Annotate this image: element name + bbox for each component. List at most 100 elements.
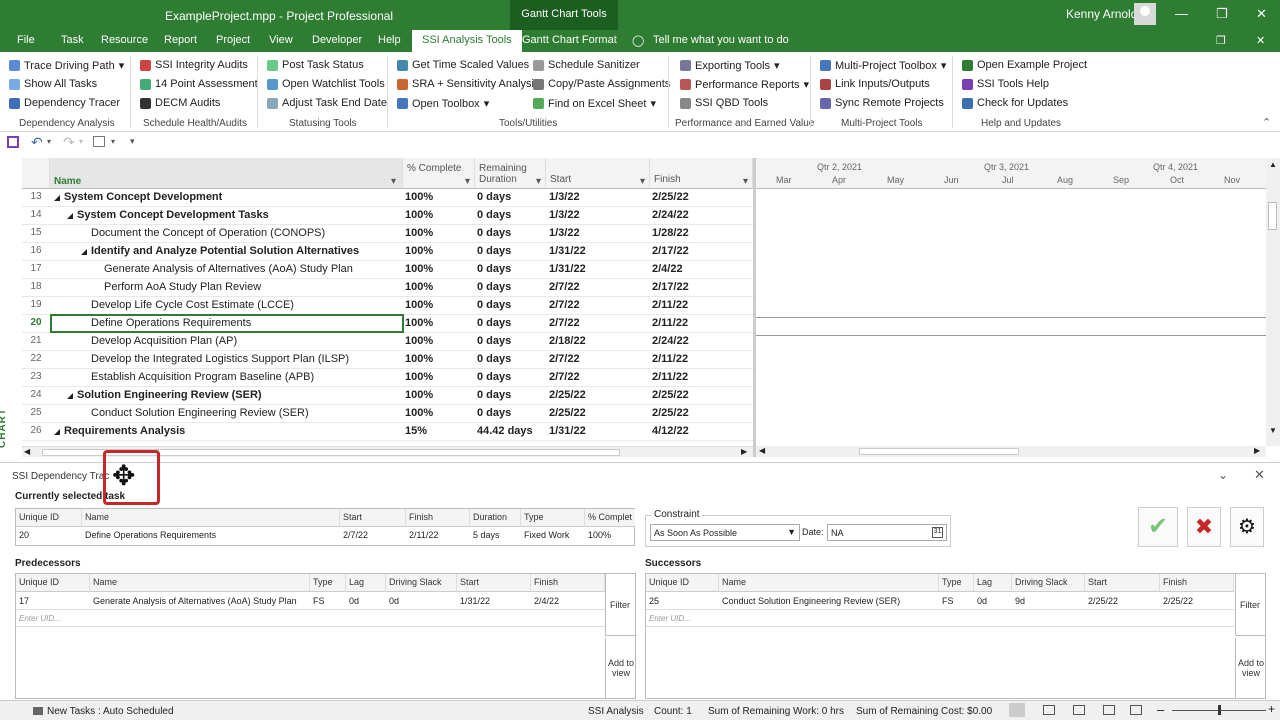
exporting-tools-button[interactable]: Exporting Tools ▾ [680, 59, 780, 72]
tab-ssi-analysis-tools[interactable]: SSI Analysis Tools [412, 30, 522, 52]
column-header-remaining[interactable]: Remaining Duration ▾ [475, 158, 546, 189]
resource-sheet-icon[interactable] [1103, 705, 1115, 715]
gantt-vertical-scrollbar[interactable]: ▲ ▼ [1266, 158, 1280, 446]
restore-icon[interactable]: ❐ [1216, 6, 1228, 22]
team-planner-icon[interactable] [1073, 705, 1085, 715]
table-row[interactable]: 15 Document the Concept of Operation (CO… [22, 225, 753, 243]
collapse-icon[interactable]: ◢ [81, 247, 87, 256]
table-row[interactable]: 14 ◢ System Concept Development Tasks 10… [22, 207, 753, 225]
show-all-tasks-button[interactable]: Show All Tasks [9, 78, 97, 90]
table-row[interactable]: 22 Develop the Integrated Logistics Supp… [22, 351, 753, 369]
scroll-left-icon[interactable]: ◀ [24, 447, 30, 456]
customize-qat-icon[interactable]: ▾ [130, 136, 135, 147]
tab-resource[interactable]: Resource [101, 34, 148, 46]
constraint-select[interactable]: As Soon As Possible ▼ [650, 524, 800, 541]
post-task-status-button[interactable]: Post Task Status [267, 59, 364, 71]
scroll-left-icon[interactable]: ◀ [759, 446, 765, 455]
schedule-sanitizer-button[interactable]: Schedule Sanitizer [533, 59, 640, 71]
tab-help[interactable]: Help [378, 34, 401, 46]
ssi-integrity-audits-button[interactable]: SSI Integrity Audits [140, 59, 248, 71]
zoom-slider-thumb[interactable] [1218, 705, 1221, 715]
table-row[interactable]: 13 ◢ System Concept Development 100% 0 d… [22, 189, 753, 207]
get-time-scaled-values-button[interactable]: Get Time Scaled Values [397, 59, 529, 71]
link-inputs-outputs-button[interactable]: Link Inputs/Outputs [820, 78, 930, 90]
zoom-out-icon[interactable]: – [1157, 702, 1164, 717]
ribbon-display-icon[interactable]: ❐ [1216, 34, 1226, 47]
pred-uid-input[interactable]: Enter UID... [16, 614, 64, 623]
table-row[interactable]: 19 Develop Life Cycle Cost Estimate (LCC… [22, 297, 753, 315]
table-row[interactable]: 16 ◢ Identify and Analyze Potential Solu… [22, 243, 753, 261]
scroll-down-icon[interactable]: ▼ [1269, 426, 1277, 435]
gantt-horizontal-scrollbar[interactable]: ◀ ▶ [756, 446, 1266, 457]
ssi-tools-help-button[interactable]: SSI Tools Help [962, 78, 1049, 90]
successors-table[interactable]: Unique ID Name Type Lag Driving Slack St… [645, 573, 1266, 699]
chevron-down-icon[interactable]: ▾ [47, 137, 51, 146]
table-row[interactable]: 25 Conduct Solution Engineering Review (… [22, 405, 753, 423]
predecessors-table[interactable]: Unique ID Name Type Lag Driving Slack St… [15, 573, 636, 699]
table-row[interactable]: 23 Establish Acquisition Program Baselin… [22, 369, 753, 387]
pred-uid-input-row[interactable]: Enter UID... [16, 609, 605, 627]
performance-reports-button[interactable]: Performance Reports ▾ [680, 78, 809, 91]
fourteen-point-assessment-button[interactable]: 14 Point Assessment [140, 78, 258, 90]
dependency-tracer-button[interactable]: Dependency Tracer [9, 97, 120, 109]
view-icon[interactable] [93, 136, 105, 147]
tab-developer[interactable]: Developer [312, 34, 362, 46]
scrollbar-thumb[interactable] [859, 448, 1019, 455]
new-tasks-mode[interactable]: New Tasks : Auto Scheduled [47, 706, 174, 717]
multi-project-toolbox-button[interactable]: Multi-Project Toolbox ▾ [820, 59, 946, 72]
scroll-right-icon[interactable]: ▶ [741, 447, 747, 456]
accept-button[interactable]: ✔ [1138, 507, 1178, 547]
constraint-date-field[interactable]: NA 31 [827, 524, 947, 541]
chevron-down-icon[interactable]: ⌄ [1218, 468, 1228, 482]
check-for-updates-button[interactable]: Check for Updates [962, 97, 1068, 109]
collapse-icon[interactable]: ◢ [67, 391, 73, 400]
tab-gantt-chart-format[interactable]: Gantt Chart Format [522, 34, 617, 46]
table-row[interactable]: 17 Generate Analysis of Alternatives (Ao… [22, 261, 753, 279]
scroll-up-icon[interactable]: ▲ [1269, 160, 1277, 169]
tab-view[interactable]: View [269, 34, 293, 46]
copy-paste-assignments-button[interactable]: Copy/Paste Assignments [533, 78, 670, 90]
minimize-icon[interactable]: — [1175, 6, 1188, 21]
reject-button[interactable]: ✖ [1187, 507, 1221, 547]
tab-task[interactable]: Task [61, 34, 84, 46]
settings-button[interactable]: ⚙ [1230, 507, 1264, 547]
task-usage-icon[interactable] [1043, 705, 1055, 715]
tell-me-search[interactable]: Tell me what you want to do [653, 34, 789, 46]
column-header-start[interactable]: Start ▾ [546, 158, 650, 189]
succ-add-to-view-button[interactable]: Add to view [1235, 638, 1265, 698]
open-example-project-button[interactable]: Open Example Project [962, 59, 1087, 71]
gantt-chart[interactable]: Qtr 2, 2021 Qtr 3, 2021 Qtr 4, 2021 Mar … [756, 158, 1266, 446]
succ-uid-input[interactable]: Enter UID... [646, 614, 694, 623]
collapse-ribbon-icon[interactable]: ⌃ [1262, 116, 1271, 129]
column-header-finish[interactable]: Finish ▾ [650, 158, 753, 189]
zoom-in-icon[interactable]: + [1268, 702, 1275, 716]
sra-sensitivity-button[interactable]: SRA + Sensitivity Analysis [397, 78, 539, 90]
collapse-icon[interactable]: ◢ [54, 193, 60, 202]
collapse-icon[interactable]: ◢ [54, 427, 60, 436]
redo-icon[interactable]: ↷ [63, 134, 75, 151]
close-panel-icon[interactable]: ✕ [1254, 467, 1265, 483]
tab-file[interactable]: File [17, 34, 35, 46]
report-view-icon[interactable] [1130, 705, 1142, 715]
table-row[interactable]: 18 Perform AoA Study Plan Review 100% 0 … [22, 279, 753, 297]
table-row[interactable]: 24 ◢ Solution Engineering Review (SER) 1… [22, 387, 753, 405]
user-name[interactable]: Kenny Arnold [1066, 7, 1137, 21]
collapse-icon[interactable]: ◢ [67, 211, 73, 220]
pred-filter-button[interactable]: Filter [605, 574, 635, 636]
close-icon[interactable]: ✕ [1256, 6, 1267, 22]
decm-audits-button[interactable]: DECM Audits [140, 97, 220, 109]
task-grid[interactable]: Name ▾ % Complete ▾ Remaining Duration ▾ St… [22, 158, 753, 446]
scroll-right-icon[interactable]: ▶ [1254, 446, 1260, 455]
table-row-selected[interactable]: 20 Define Operations Requirements 100% 0… [22, 314, 753, 333]
table-row[interactable]: 21 Develop Acquisition Plan (AP) 100% 0 … [22, 333, 753, 351]
column-header-pct[interactable]: % Complete ▾ [403, 158, 475, 189]
scrollbar-thumb[interactable] [1268, 202, 1277, 230]
table-row[interactable]: 26 ◢ Requirements Analysis 15% 44.42 day… [22, 423, 753, 441]
save-icon[interactable] [7, 136, 19, 148]
tab-report[interactable]: Report [164, 34, 197, 46]
pred-add-to-view-button[interactable]: Add to view [605, 638, 635, 698]
open-toolbox-button[interactable]: Open Toolbox ▾ [397, 97, 489, 110]
undo-icon[interactable]: ↶ [31, 134, 43, 151]
chevron-down-icon[interactable]: ▾ [111, 137, 115, 146]
chevron-down-icon[interactable]: ▾ [79, 137, 83, 146]
